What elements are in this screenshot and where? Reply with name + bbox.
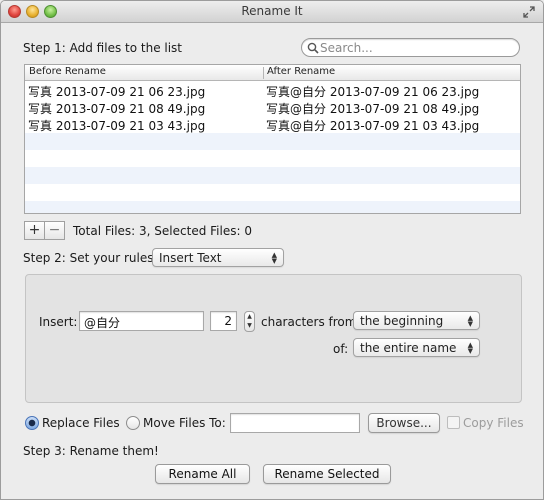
scope-value: the entire name [360, 341, 457, 355]
empty-row [25, 133, 520, 150]
popup-arrows-icon: ▲ ▼ [467, 314, 473, 328]
cell-after-name: 写真@自分 2013-07-09 21 08 49.jpg [266, 102, 480, 116]
cell-after-name: 写真@自分 2013-07-09 21 06 23.jpg [266, 85, 480, 99]
empty-row [25, 184, 520, 201]
move-files-radio[interactable] [126, 416, 140, 430]
title-bar: Rename It [1, 1, 543, 23]
replace-files-label[interactable]: Replace Files [42, 416, 120, 430]
step2-label: Step 2: Set your rules: [23, 251, 158, 265]
position-value: the beginning [360, 314, 444, 328]
table-header: Before Rename After Rename [25, 65, 520, 81]
scope-popup[interactable]: the entire name ▲ ▼ [353, 338, 480, 357]
file-count-status: Total Files: 3, Selected Files: 0 [73, 224, 252, 238]
search-input[interactable] [320, 40, 510, 55]
insert-label: Insert: [39, 315, 78, 329]
popup-arrows-icon: ▲ ▼ [467, 341, 473, 355]
rename-all-button[interactable]: Rename All [155, 464, 250, 484]
table-row[interactable]: 写真 2013-07-09 21 08 49.jpg 写真@自分 2013-07… [25, 99, 520, 116]
column-divider[interactable] [263, 67, 264, 79]
table-row[interactable]: 写真 2013-07-09 21 06 23.jpg 写真@自分 2013-07… [25, 82, 520, 99]
rename-selected-button[interactable]: Rename Selected [263, 464, 391, 484]
app-window: Rename It Step 1: Add files to the list … [0, 0, 544, 500]
remove-file-button[interactable]: − [44, 221, 65, 240]
search-icon [307, 42, 319, 54]
empty-row [25, 167, 520, 184]
cell-before-name: 写真 2013-07-09 21 03 43.jpg [28, 119, 206, 133]
character-count-stepper[interactable]: ▲ ▼ [244, 311, 255, 332]
copy-files-label: Copy Files [463, 416, 524, 430]
browse-button[interactable]: Browse... [368, 413, 440, 433]
insert-text-field[interactable]: @自分 [79, 311, 204, 331]
cell-before-name: 写真 2013-07-09 21 06 23.jpg [28, 85, 206, 99]
popup-arrows-icon: ▲ ▼ [271, 251, 277, 265]
empty-row [25, 150, 520, 167]
add-file-button[interactable]: + [24, 221, 45, 240]
file-table[interactable]: Before Rename After Rename 写真 2013-07-09… [24, 64, 521, 214]
cell-before-name: 写真 2013-07-09 21 08 49.jpg [28, 102, 206, 116]
character-count-field[interactable]: 2 [210, 311, 237, 331]
move-path-field[interactable] [230, 413, 360, 433]
rule-type-popup[interactable]: Insert Text ▲ ▼ [152, 248, 284, 267]
characters-from-label: characters from [261, 315, 357, 329]
step3-label: Step 3: Rename them! [23, 444, 159, 458]
empty-row [25, 201, 520, 213]
search-field[interactable] [301, 38, 520, 57]
table-row[interactable]: 写真 2013-07-09 21 03 43.jpg 写真@自分 2013-07… [25, 116, 520, 133]
column-header-after[interactable]: After Rename [267, 66, 335, 77]
window-title: Rename It [241, 4, 303, 18]
column-header-before[interactable]: Before Rename [29, 66, 106, 77]
cell-after-name: 写真@自分 2013-07-09 21 03 43.jpg [266, 119, 480, 133]
fullscreen-icon[interactable] [522, 5, 536, 19]
of-label: of: [333, 342, 349, 356]
rule-type-value: Insert Text [159, 251, 222, 265]
move-files-label[interactable]: Move Files To: [143, 416, 226, 430]
step1-label: Step 1: Add files to the list [23, 41, 183, 55]
copy-files-checkbox[interactable] [447, 416, 460, 429]
replace-files-radio[interactable] [25, 416, 39, 430]
position-popup[interactable]: the beginning ▲ ▼ [353, 311, 480, 330]
